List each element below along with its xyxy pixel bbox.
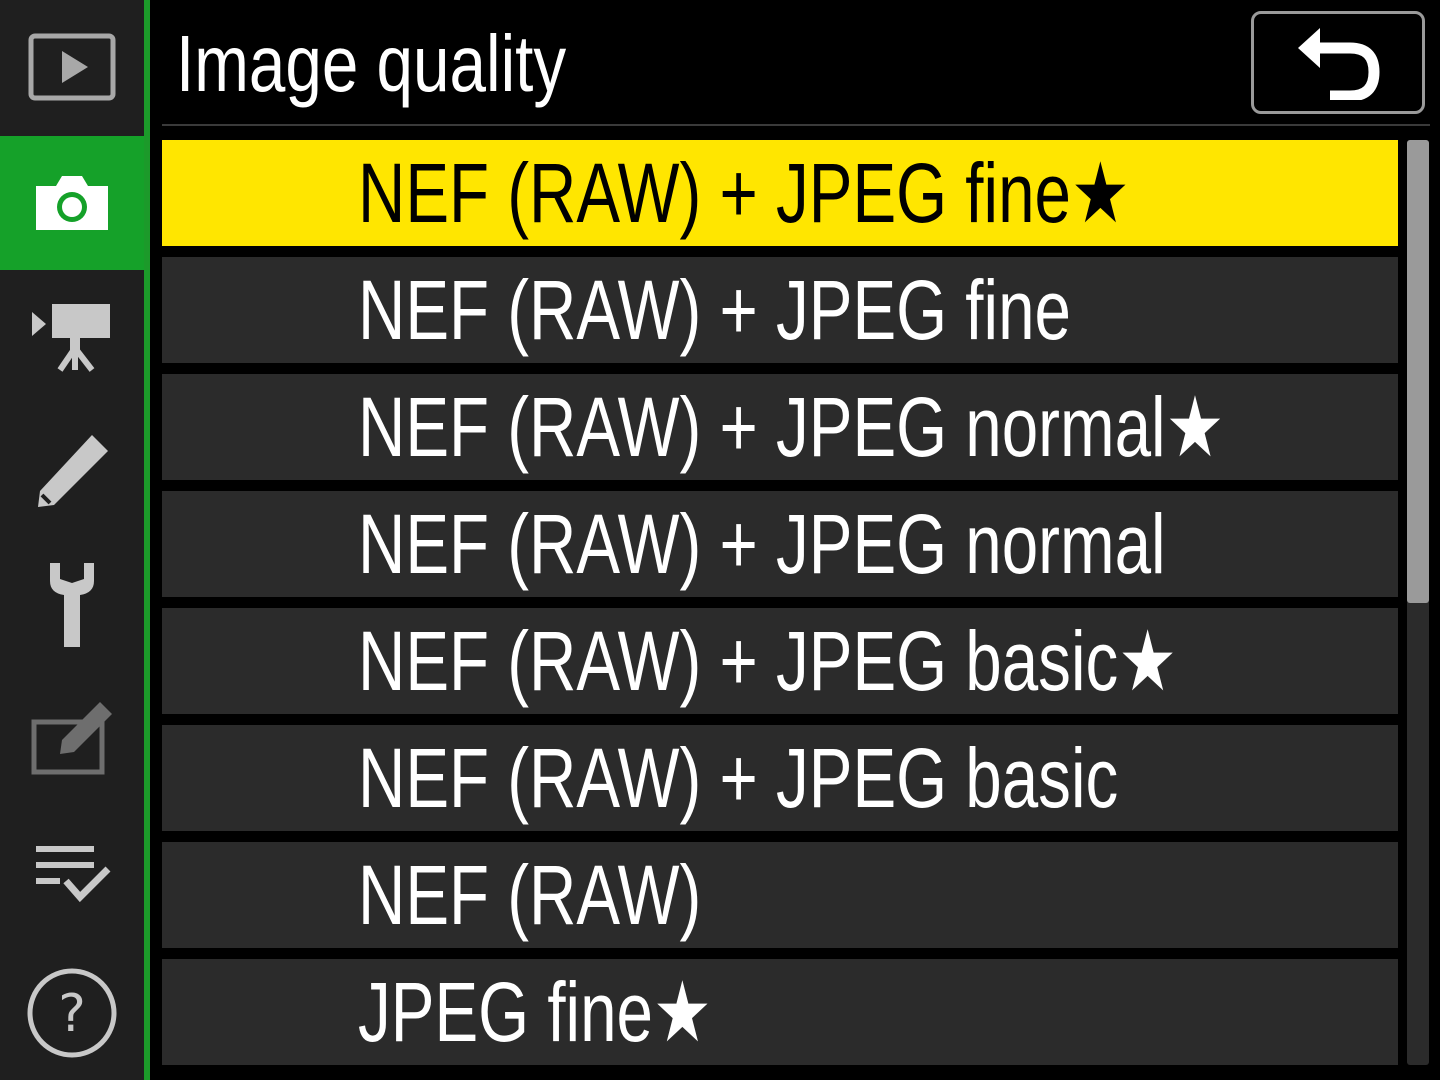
- help-icon: ?: [27, 968, 117, 1058]
- option-row[interactable]: NEF (RAW) + JPEG basic: [162, 725, 1398, 831]
- movie-icon: [32, 304, 110, 372]
- option-label: JPEG fine★: [358, 965, 712, 1059]
- camera-menu-screen: ? Image quality NEF (RAW) + JPEG fine★ N…: [0, 0, 1440, 1080]
- menu-sidebar: ?: [0, 0, 144, 1080]
- camera-icon: [36, 176, 108, 230]
- option-row[interactable]: NEF (RAW) + JPEG fine★: [162, 140, 1398, 246]
- sidebar-item-custom-settings[interactable]: [0, 404, 144, 538]
- sidebar-divider: [144, 0, 150, 1080]
- pencil-icon: [38, 435, 108, 507]
- image-quality-options-list: NEF (RAW) + JPEG fine★ NEF (RAW) + JPEG …: [162, 140, 1398, 1080]
- option-label: NEF (RAW) + JPEG normal★: [358, 380, 1225, 474]
- my-menu-icon: [36, 846, 111, 903]
- page-title: Image quality: [176, 19, 567, 108]
- back-button[interactable]: [1251, 11, 1425, 114]
- option-label: NEF (RAW) + JPEG normal: [358, 497, 1166, 591]
- retouch-icon: [31, 702, 112, 775]
- sidebar-item-retouch[interactable]: [0, 672, 144, 806]
- sidebar-item-movie[interactable]: [0, 270, 144, 404]
- option-row[interactable]: NEF (RAW) + JPEG fine: [162, 257, 1398, 363]
- option-row[interactable]: JPEG fine★: [162, 959, 1398, 1065]
- option-row[interactable]: NEF (RAW) + JPEG normal: [162, 491, 1398, 597]
- option-label: NEF (RAW): [358, 848, 702, 942]
- scrollbar[interactable]: [1407, 140, 1429, 1065]
- sidebar-item-setup[interactable]: [0, 538, 144, 672]
- scrollbar-thumb[interactable]: [1407, 140, 1429, 603]
- svg-text:?: ?: [58, 984, 86, 1044]
- sidebar-item-playback[interactable]: [0, 0, 144, 134]
- wrench-icon: [50, 563, 94, 647]
- option-label: NEF (RAW) + JPEG basic★: [358, 614, 1177, 708]
- option-row[interactable]: NEF (RAW): [162, 842, 1398, 948]
- back-arrow-icon: [1298, 27, 1380, 100]
- option-row[interactable]: NEF (RAW) + JPEG normal★: [162, 374, 1398, 480]
- option-label: NEF (RAW) + JPEG fine★: [358, 146, 1130, 240]
- sidebar-item-photo-shooting[interactable]: [0, 136, 144, 270]
- option-label: NEF (RAW) + JPEG basic: [358, 731, 1119, 825]
- sidebar-item-help[interactable]: ?: [0, 946, 144, 1080]
- option-label: NEF (RAW) + JPEG fine: [358, 263, 1071, 357]
- sidebar-item-my-menu[interactable]: [0, 806, 144, 940]
- header-divider: [162, 124, 1430, 126]
- option-row[interactable]: NEF (RAW) + JPEG basic★: [162, 608, 1398, 714]
- playback-icon: [28, 33, 116, 101]
